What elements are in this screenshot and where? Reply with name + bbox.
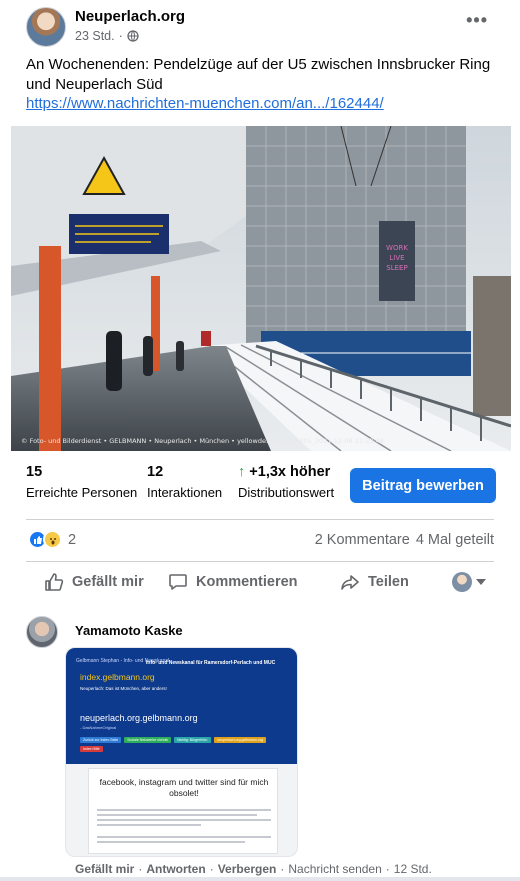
reached-label: Erreichte Personen <box>26 485 138 500</box>
comment-image[interactable]: Gelbmann Stephan - Info- und Newskanal I… <box>65 647 298 857</box>
stat-reached[interactable]: 15 Erreichte Personen <box>26 464 137 500</box>
distribution-label: Distributionswert <box>238 485 335 500</box>
image-buttons: Zurück zur Index-Seite Soziale Netzwerke… <box>80 737 290 752</box>
post-card: Neuperlach.org 23 Std. · ••• An Wochenen… <box>0 0 520 881</box>
more-options-icon[interactable]: ••• <box>466 10 488 31</box>
station-scene: WORK LIVE SLEEP <box>11 126 511 451</box>
reaction-count: 2 <box>68 531 77 548</box>
image-button: Soziale Netzwerke sIchnik <box>124 737 172 743</box>
comment-like-link[interactable]: Gefällt mir <box>75 862 134 876</box>
reached-value: 15 <box>26 464 43 480</box>
page-name[interactable]: Neuperlach.org <box>75 8 185 25</box>
comment-message-link[interactable]: Nachricht senden <box>288 862 381 876</box>
banner-word: LIVE <box>389 254 404 262</box>
chevron-down-icon <box>476 579 486 585</box>
like-label: Gefällt mir <box>72 574 144 590</box>
image-button: Zurück zur Index-Seite <box>80 737 122 743</box>
promote-post-button[interactable]: Beitrag bewerben <box>350 468 496 503</box>
comment-bubble-icon <box>169 574 187 590</box>
comment-count[interactable]: 2 Kommentare <box>315 532 410 548</box>
interactions-value: 12 <box>147 464 164 480</box>
action-bar: Gefällt mir Kommentieren Teilen <box>26 566 494 598</box>
meta-separator: · <box>118 29 123 43</box>
share-button[interactable]: Teilen <box>340 572 409 592</box>
divider <box>26 519 494 520</box>
post-photo[interactable]: WORK LIVE SLEEP © Foto- und Bilderdienst… <box>11 126 511 451</box>
image-panel-text <box>97 809 271 846</box>
share-arrow-icon <box>341 575 359 590</box>
image-button: neuperlach.org.gelbmann.org <box>214 737 266 743</box>
stat-distribution[interactable]: ↑ +1,3x höher Distributionswert <box>238 464 334 500</box>
like-button[interactable]: Gefällt mir <box>44 572 144 592</box>
footer-dot: · <box>138 862 143 876</box>
footer-dot: · <box>280 862 285 876</box>
image-button: Nichtig: Bürgerfrühr. <box>174 737 212 743</box>
photo-credit: © Foto- und Bilderdienst • GELBMANN • Ne… <box>21 437 384 445</box>
comment-footer: Gefällt mir · Antworten · Verbergen · Na… <box>75 862 432 876</box>
comment-time[interactable]: 12 Std. <box>394 862 432 876</box>
image-subtitle: Neuperlach: Das ist München, aber anders… <box>80 686 167 691</box>
divider <box>26 561 494 562</box>
interactions-label: Interaktionen <box>147 485 223 500</box>
image-main-title: neuperlach.org.gelbmann.org <box>80 713 198 723</box>
engagement-counts: 2 Kommentare 4 Mal geteilt <box>315 532 494 548</box>
post-text: An Wochenenden: Pendelzüge auf der U5 zw… <box>26 56 491 93</box>
image-site-name: index.gelbmann.org <box>80 672 155 682</box>
post-link[interactable]: https://www.nachrichten-muenchen.com/an.… <box>26 95 384 112</box>
post-time[interactable]: 23 Std. <box>75 29 115 43</box>
comment-label: Kommentieren <box>196 574 298 590</box>
share-count[interactable]: 4 Mal geteilt <box>416 532 494 548</box>
globe-icon <box>127 30 139 42</box>
share-label: Teilen <box>368 574 409 590</box>
bottom-strip <box>0 877 520 881</box>
thumbs-up-icon <box>45 573 64 591</box>
page-avatar[interactable] <box>26 7 66 47</box>
distribution-value: +1,3x höher <box>249 464 331 480</box>
arrow-up-icon: ↑ <box>238 464 246 480</box>
post-meta: 23 Std. · <box>75 29 139 43</box>
post-as-selector[interactable] <box>452 572 486 592</box>
banner-word: SLEEP <box>386 264 407 272</box>
image-panel-title: facebook, instagram und twitter sind für… <box>99 777 269 798</box>
image-panel: facebook, instagram und twitter sind für… <box>88 768 278 854</box>
commenter-avatar[interactable] <box>26 616 58 648</box>
comment-reply-link[interactable]: Antworten <box>146 862 205 876</box>
banner-word: WORK <box>386 244 408 252</box>
image-news-title: Info- und Newskanal für Ramersdorf-Perla… <box>146 660 276 666</box>
image-button: Index Hilfe <box>80 746 103 752</box>
image-tagline: - DasNahmeOriginal <box>80 725 117 730</box>
comment-hide-link[interactable]: Verbergen <box>218 862 277 876</box>
page-avatar-small <box>452 572 472 592</box>
reactions-summary[interactable]: 2 <box>28 530 76 549</box>
comment-author[interactable]: Yamamoto Kaske <box>75 623 183 638</box>
footer-dot: · <box>385 862 390 876</box>
stat-interactions[interactable]: 12 Interaktionen <box>147 464 222 500</box>
comment-button[interactable]: Kommentieren <box>168 572 298 592</box>
wow-reaction-icon <box>43 530 62 549</box>
footer-dot: · <box>209 862 214 876</box>
image-header: Gelbmann Stephan - Info- und Newskanal I… <box>66 648 297 764</box>
